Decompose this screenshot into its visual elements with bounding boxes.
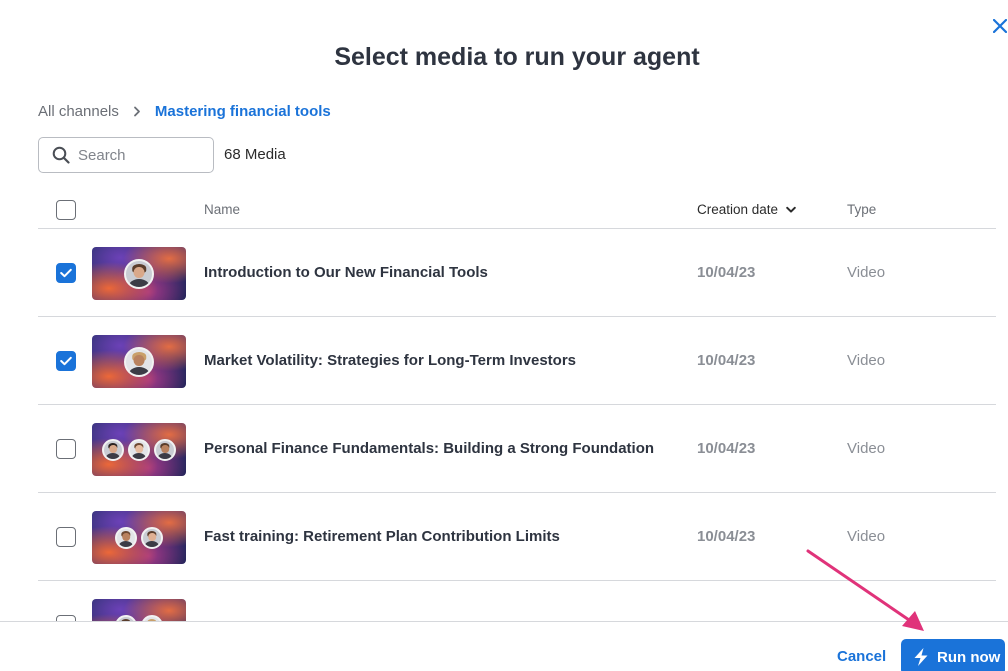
media-count: 68 Media bbox=[224, 146, 286, 163]
media-type: Video bbox=[847, 440, 886, 457]
chevron-down-icon bbox=[786, 206, 796, 213]
column-header-type: Type bbox=[847, 202, 877, 217]
run-now-label: Run now bbox=[937, 648, 1001, 666]
media-creation-date: 10/04/23 bbox=[697, 352, 756, 369]
breadcrumb-current-channel[interactable]: Mastering financial tools bbox=[155, 103, 331, 120]
row-checkbox[interactable] bbox=[56, 263, 76, 283]
presenter-avatar bbox=[141, 526, 163, 549]
breadcrumb: All channels Mastering financial tools bbox=[38, 100, 331, 122]
presenter-avatar bbox=[154, 438, 176, 461]
presenter-avatar bbox=[115, 526, 137, 549]
media-name: Fast training: Retirement Plan Contribut… bbox=[204, 528, 560, 545]
media-thumbnail bbox=[92, 599, 186, 621]
row-checkbox[interactable] bbox=[56, 351, 76, 371]
media-name: Introduction to Our New Financial Tools bbox=[204, 264, 488, 281]
presenter-avatar bbox=[102, 438, 124, 461]
lightning-icon bbox=[914, 648, 928, 666]
presenter-avatar bbox=[128, 438, 150, 461]
media-thumbnail bbox=[92, 511, 186, 564]
table-row[interactable]: Market Volatility: Strategies for Long-T… bbox=[38, 317, 996, 405]
column-header-creation-date[interactable]: Creation date bbox=[697, 202, 796, 217]
media-creation-date: 10/04/23 bbox=[697, 264, 756, 281]
table-row[interactable]: Personal Finance Fundamentals: Building … bbox=[38, 405, 996, 493]
table-row[interactable] bbox=[38, 581, 996, 621]
cancel-button[interactable]: Cancel bbox=[837, 648, 886, 665]
media-name: Personal Finance Fundamentals: Building … bbox=[204, 440, 655, 457]
column-header-creation-date-label: Creation date bbox=[697, 202, 779, 217]
media-creation-date: 10/04/23 bbox=[697, 528, 756, 545]
media-creation-date: 10/04/23 bbox=[697, 440, 756, 457]
presenter-avatar bbox=[124, 346, 154, 377]
media-name: Market Volatility: Strategies for Long-T… bbox=[204, 352, 577, 369]
row-checkbox[interactable] bbox=[56, 527, 76, 547]
media-table: Name Creation date Type Introduction to … bbox=[38, 190, 996, 621]
run-now-button[interactable]: Run now bbox=[901, 639, 1005, 671]
table-row[interactable]: Introduction to Our New Financial Tools 1… bbox=[38, 229, 996, 317]
search-box[interactable] bbox=[38, 137, 214, 173]
presenter-avatar bbox=[124, 258, 154, 289]
search-input[interactable] bbox=[78, 146, 198, 164]
media-thumbnail bbox=[92, 335, 186, 388]
media-type: Video bbox=[847, 264, 886, 281]
media-thumbnail bbox=[92, 247, 186, 300]
table-header: Name Creation date Type bbox=[38, 190, 996, 229]
media-type: Video bbox=[847, 528, 886, 545]
chevron-right-icon bbox=[133, 106, 141, 117]
close-button[interactable] bbox=[992, 14, 1008, 38]
close-icon bbox=[992, 18, 1008, 34]
table-body: Introduction to Our New Financial Tools 1… bbox=[38, 229, 996, 621]
row-checkbox[interactable] bbox=[56, 439, 76, 459]
select-all-checkbox[interactable] bbox=[56, 200, 76, 220]
media-thumbnail bbox=[92, 423, 186, 476]
media-type: Video bbox=[847, 352, 886, 369]
dialog-title: Select media to run your agent bbox=[334, 43, 700, 71]
breadcrumb-all-channels[interactable]: All channels bbox=[38, 103, 119, 120]
table-row[interactable]: Fast training: Retirement Plan Contribut… bbox=[38, 493, 996, 581]
column-header-name: Name bbox=[204, 202, 241, 217]
footer-divider bbox=[0, 621, 1008, 622]
search-icon bbox=[52, 146, 70, 164]
